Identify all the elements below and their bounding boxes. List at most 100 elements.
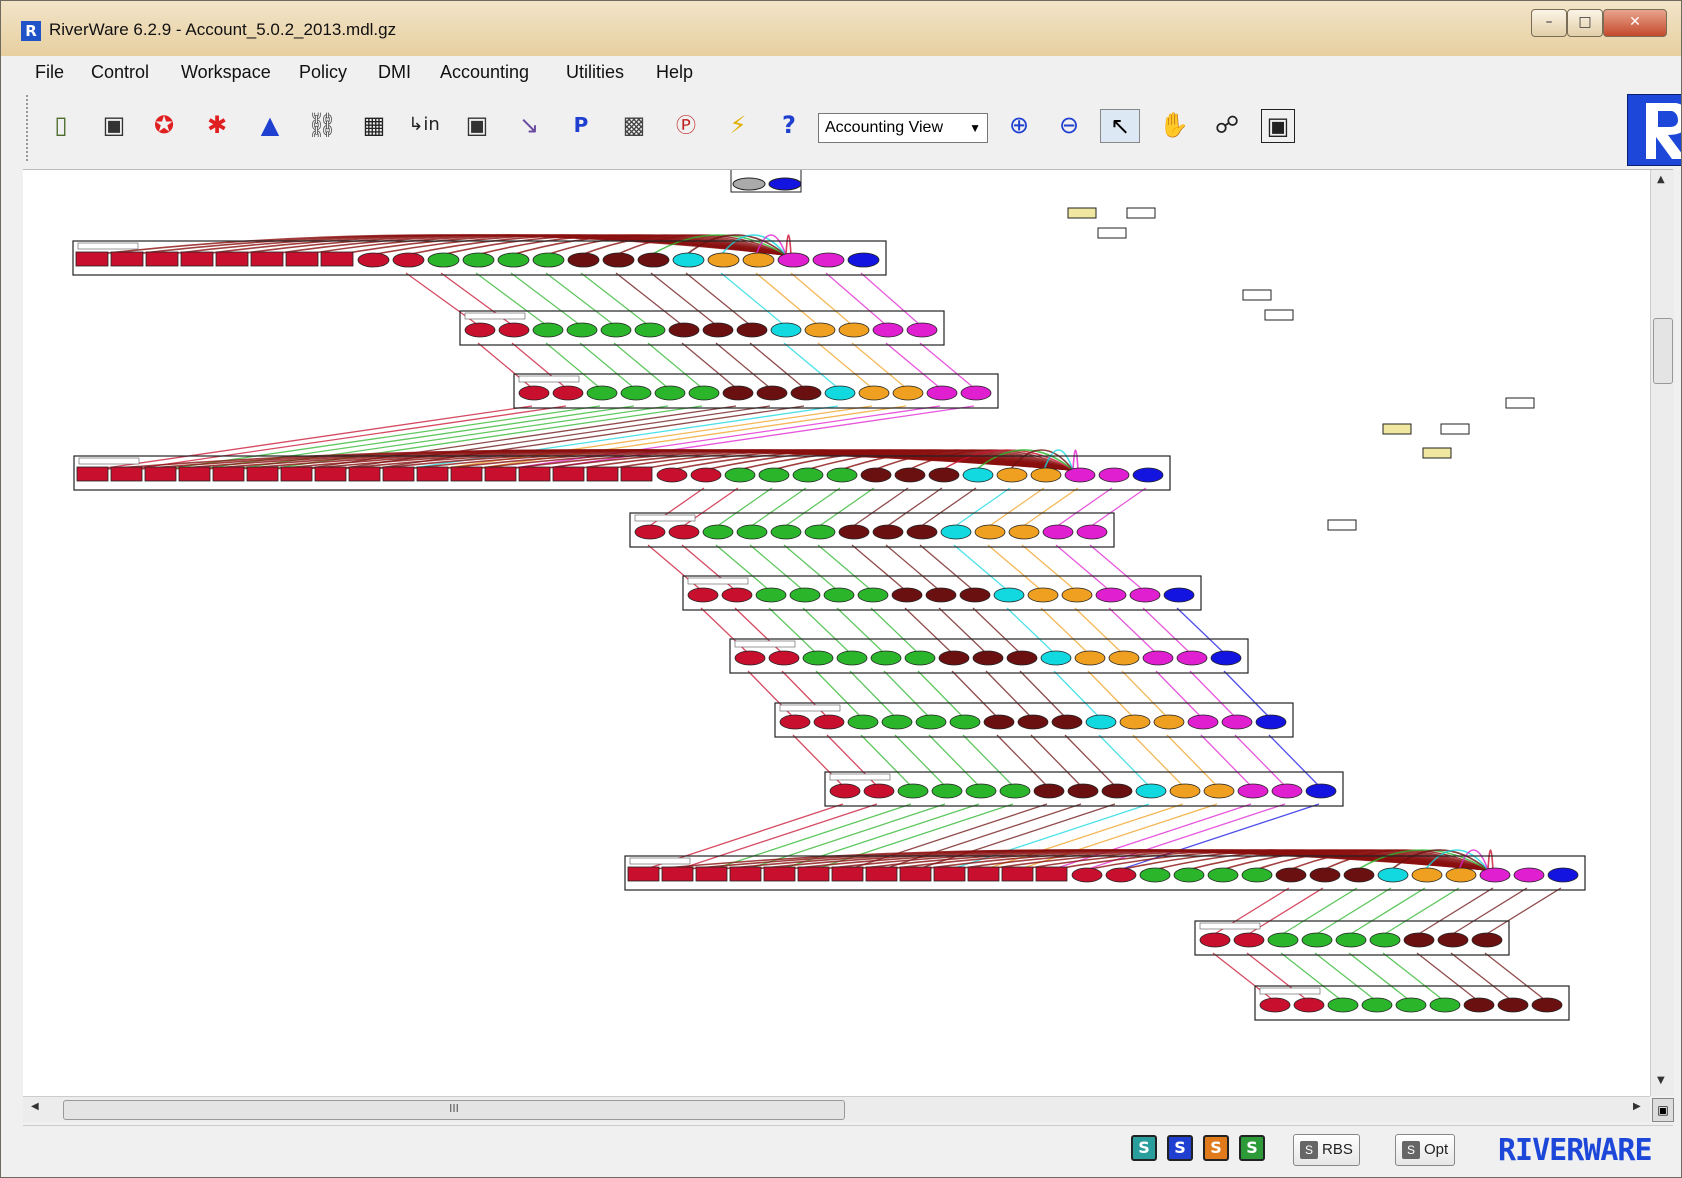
- account-node: [1361, 997, 1393, 1013]
- zoom-out-icon[interactable]: ⊖: [1053, 109, 1085, 141]
- save-icon[interactable]: ▣: [98, 109, 130, 141]
- account-node: [1445, 867, 1477, 883]
- menu-dmi[interactable]: DMI: [378, 62, 411, 83]
- menu-policy[interactable]: Policy: [299, 62, 347, 83]
- s-button-4[interactable]: S: [1239, 1135, 1265, 1161]
- object-label: [687, 577, 749, 585]
- menu-workspace[interactable]: Workspace: [181, 62, 271, 83]
- account-node: [823, 587, 855, 603]
- account-node: [797, 866, 830, 882]
- account-node: [831, 866, 864, 882]
- connector-line: [1055, 544, 1110, 591]
- account-node: [1377, 867, 1409, 883]
- grid-icon[interactable]: ▦: [358, 109, 390, 141]
- account-node: [770, 524, 802, 540]
- lightning-icon[interactable]: ⚡: [722, 109, 754, 141]
- telescope-icon[interactable]: ☍: [1211, 109, 1243, 141]
- horizontal-scrollbar[interactable]: ◀ III ▶: [23, 1096, 1650, 1122]
- menu-accounting[interactable]: Accounting: [440, 62, 529, 83]
- connector-line: [1021, 544, 1076, 591]
- run-icon[interactable]: ✪: [148, 109, 180, 141]
- hand-icon[interactable]: ✋: [1158, 109, 1190, 141]
- connector-line: [1074, 607, 1123, 654]
- vertical-scroll-thumb[interactable]: [1653, 318, 1673, 384]
- account-node: [702, 524, 734, 540]
- corner-navigator-icon[interactable]: ▣: [1652, 1098, 1674, 1122]
- scroll-up-icon[interactable]: ▲: [1657, 174, 1665, 185]
- account-node: [250, 251, 284, 267]
- account-node: [707, 252, 740, 268]
- object-frame: [629, 512, 1115, 548]
- camera-view-icon[interactable]: ▣: [1261, 109, 1295, 143]
- view-select[interactable]: Accounting View ▼: [818, 113, 988, 143]
- plot-icon[interactable]: ↘: [513, 109, 545, 141]
- scroll-down-icon[interactable]: ▼: [1657, 1075, 1665, 1086]
- input-icon[interactable]: ↳in: [408, 109, 440, 141]
- triangle-icon[interactable]: ▲: [254, 109, 286, 141]
- close-button[interactable]: ✕: [1603, 9, 1667, 37]
- account-node: [755, 587, 787, 603]
- account-network-diagram[interactable]: [23, 170, 1650, 1096]
- account-node: [847, 714, 879, 730]
- account-node: [915, 714, 947, 730]
- rbs-button[interactable]: S RBS: [1293, 1134, 1360, 1166]
- connector-line: [851, 544, 906, 591]
- object-label: [779, 704, 841, 712]
- scroll-right-icon[interactable]: ▶: [1633, 1101, 1641, 1112]
- connector-line: [749, 342, 805, 389]
- connector-line: [1108, 607, 1157, 654]
- menu-utilities[interactable]: Utilities: [566, 62, 624, 83]
- s-button-2[interactable]: S: [1167, 1135, 1193, 1161]
- run-multiple-icon[interactable]: ✱: [201, 109, 233, 141]
- toolbar-grip[interactable]: [26, 95, 32, 161]
- account-node: [804, 524, 836, 540]
- minimize-button[interactable]: –: [1531, 9, 1567, 37]
- account-node: [586, 466, 619, 482]
- account-node: [518, 466, 551, 482]
- account-node: [1513, 867, 1545, 883]
- dmi-icon[interactable]: Ⓟ: [670, 109, 702, 141]
- menu-control[interactable]: Control: [91, 62, 149, 83]
- menu-file[interactable]: File: [35, 62, 64, 83]
- menu-help[interactable]: Help: [656, 62, 693, 83]
- database-icon[interactable]: ▩: [618, 109, 650, 141]
- connector-line: [580, 272, 649, 326]
- pointer-icon[interactable]: ↖: [1100, 109, 1140, 143]
- scroll-left-icon[interactable]: ◀: [31, 1101, 39, 1112]
- account-node: [1030, 467, 1062, 483]
- vertical-scrollbar[interactable]: ▲ ▼: [1650, 170, 1674, 1096]
- maximize-button[interactable]: □: [1567, 9, 1603, 37]
- camera-icon[interactable]: ▣: [461, 109, 493, 141]
- account-node: [860, 467, 892, 483]
- connector-line: [870, 607, 919, 654]
- account-node: [899, 866, 932, 882]
- account-node: [940, 524, 972, 540]
- opt-button[interactable]: S Opt: [1395, 1134, 1456, 1166]
- account-node: [777, 252, 810, 268]
- s-button-1[interactable]: S: [1131, 1135, 1157, 1161]
- connector-line: [1089, 487, 1147, 528]
- horizontal-scroll-thumb[interactable]: III: [63, 1100, 845, 1120]
- account-node: [672, 252, 705, 268]
- account-node: [1017, 714, 1049, 730]
- minimize-icon: –: [1545, 14, 1553, 30]
- connector-line: [1223, 670, 1270, 718]
- workspace-canvas[interactable]: [23, 170, 1650, 1096]
- zoom-in-icon[interactable]: ⊕: [1003, 109, 1035, 141]
- object-frame: [459, 310, 945, 346]
- s-button-3[interactable]: S: [1203, 1135, 1229, 1161]
- open-icon[interactable]: ▯: [45, 109, 77, 141]
- account-node: [1027, 587, 1059, 603]
- policy-icon[interactable]: P: [565, 109, 597, 141]
- account-node: [75, 251, 109, 267]
- object-icon: [1097, 227, 1127, 239]
- connector-line: [817, 342, 873, 389]
- account-node: [620, 466, 653, 482]
- account-node: [1237, 783, 1269, 799]
- help-icon[interactable]: ?: [773, 109, 805, 141]
- link-icon[interactable]: ⛓: [306, 109, 338, 141]
- account-node: [450, 466, 483, 482]
- connector-line: [1450, 887, 1528, 936]
- account-node: [974, 524, 1006, 540]
- account-node: [145, 251, 179, 267]
